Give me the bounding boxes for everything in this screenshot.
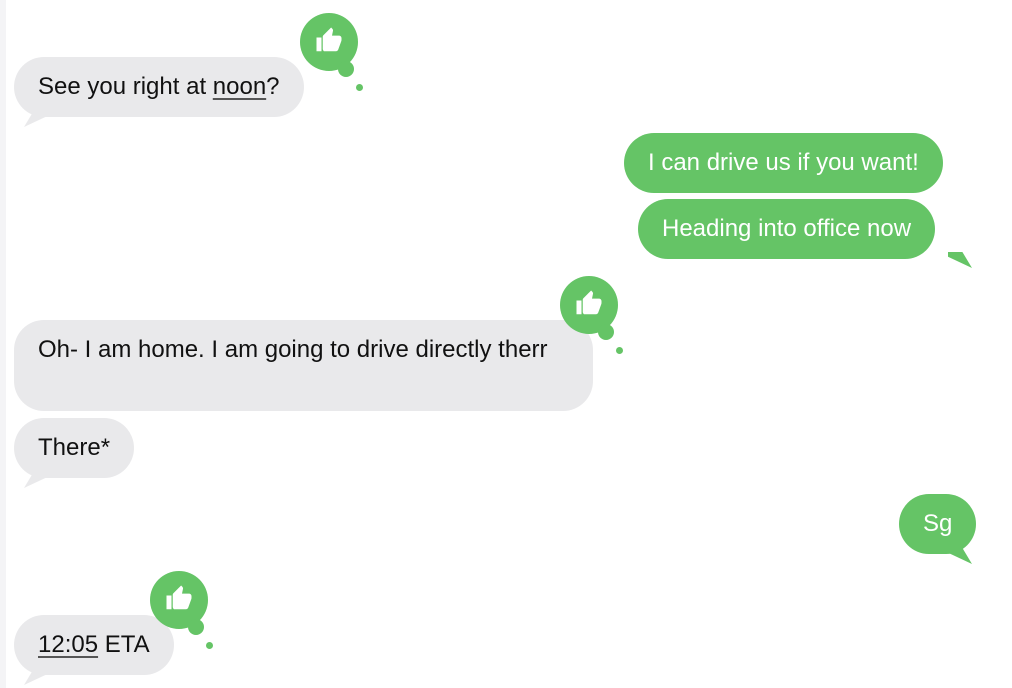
reaction-tail [356, 84, 363, 91]
message-bubble-outgoing[interactable]: Heading into office now [638, 199, 936, 259]
window-edge [0, 0, 6, 688]
thumbs-up-icon [164, 583, 194, 618]
message-bubble-incoming[interactable]: There* [14, 418, 135, 478]
message-bubble-incoming[interactable]: Oh- I am home. I am going to drive direc… [14, 320, 593, 411]
message-bubble-incoming[interactable]: See you right at noon? [14, 57, 304, 117]
reaction-tail [188, 619, 204, 635]
thumbs-up-icon [574, 288, 604, 323]
thumbs-up-icon [314, 25, 344, 60]
message-bubble-outgoing[interactable]: Sg [899, 494, 977, 554]
message-text: Oh- I am home. I am going to drive direc… [38, 336, 548, 363]
bubble-tail [24, 669, 48, 685]
time-link[interactable]: 12:05 [38, 631, 98, 658]
message-thread: See you right at noon? I can drive us if… [0, 0, 1012, 688]
bubble-tail [948, 252, 972, 268]
reaction-tail [338, 61, 354, 77]
message-bubble-outgoing[interactable]: I can drive us if you want! [624, 133, 943, 193]
reaction-badge[interactable] [560, 276, 623, 354]
reaction-tail [206, 642, 213, 649]
message-text: There* [38, 434, 111, 461]
reaction-badge[interactable] [300, 13, 363, 91]
message-text: I can drive us if you want! [648, 149, 919, 176]
message-bubble-incoming[interactable]: 12:05 ETA [14, 615, 174, 675]
message-text: Heading into office now [662, 215, 912, 242]
bubble-tail [24, 472, 48, 488]
bubble-tail [948, 548, 972, 564]
message-text: Sg [923, 510, 953, 537]
reaction-tail [616, 347, 623, 354]
reaction-badge[interactable] [150, 571, 213, 649]
date-link[interactable]: noon [213, 73, 266, 100]
message-text: See you right at [38, 73, 213, 100]
reaction-tail [598, 324, 614, 340]
bubble-tail [24, 111, 48, 127]
message-text: ? [266, 73, 280, 100]
message-text: ETA [98, 631, 150, 658]
